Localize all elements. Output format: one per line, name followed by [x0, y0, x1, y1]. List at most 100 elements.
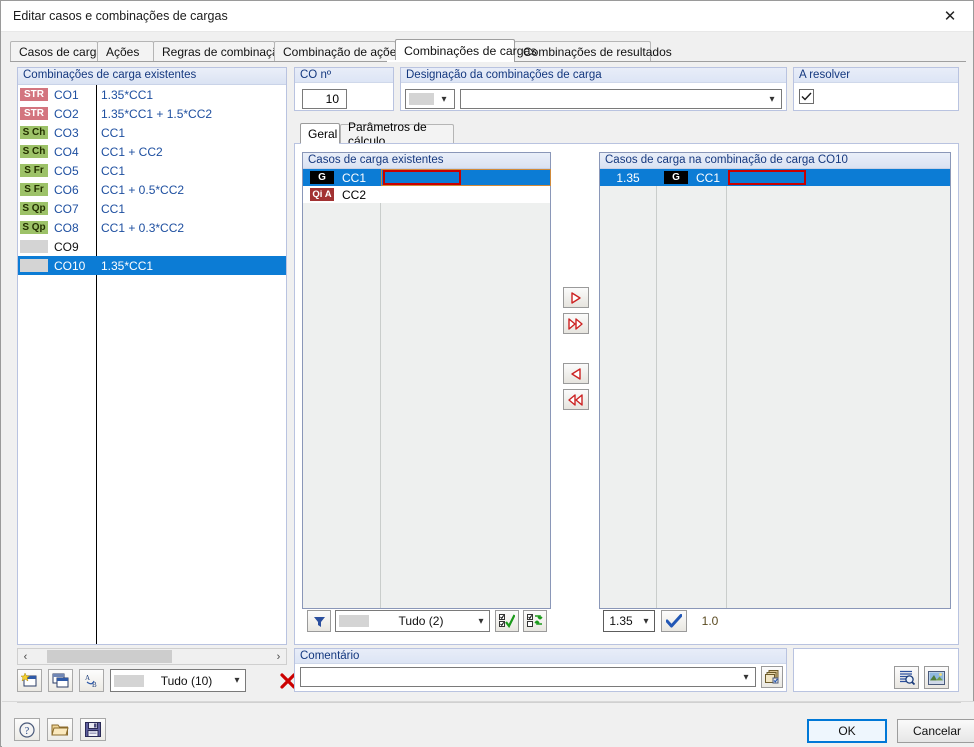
column-divider [656, 169, 657, 608]
combination-expression: 1.35*CC1 [101, 258, 154, 273]
move-all-right-button[interactable] [563, 313, 589, 334]
save-icon[interactable] [80, 718, 106, 741]
combination-type-badge [20, 240, 48, 253]
combination-load-cases-list[interactable]: Casos de carga na combinação de carga CO… [599, 152, 951, 609]
table-row[interactable]: STR CO2 1.35*CC1 + 1.5*CC2 [18, 104, 286, 123]
close-icon[interactable]: ✕ [927, 1, 973, 31]
combination-expression: 1.35*CC1 [101, 87, 154, 102]
combination-name: CO4 [54, 144, 79, 159]
scroll-thumb[interactable] [47, 650, 172, 663]
solve-group: A resolver [793, 67, 959, 111]
factor-dropdown[interactable]: 1.35 ▾ [603, 610, 655, 632]
funnel-icon[interactable] [307, 610, 331, 632]
chevron-down-icon[interactable]: ▾ [737, 672, 755, 683]
existing-combinations-panel: Combinações de carga existentes STR CO1 … [17, 67, 287, 645]
tab-combinacao-de-acoes[interactable]: Combinação de ações [274, 41, 402, 61]
cancel-button-label: Cancelar [912, 724, 962, 738]
cancel-button[interactable]: Cancelar [897, 719, 974, 743]
list-item[interactable]: Qi A CC2 [303, 186, 550, 203]
active-tab-notch [387, 60, 505, 62]
open-folder-icon[interactable] [47, 718, 73, 741]
combination-expression: CC1 + 0.5*CC2 [101, 182, 185, 197]
table-row[interactable]: S Fr CO5 CC1 [18, 161, 286, 180]
unit-factor-label: 1.0 [701, 614, 719, 628]
comment-title: Comentário [295, 649, 786, 664]
picture-icon[interactable] [924, 666, 949, 689]
combination-expression: CC1 [101, 163, 126, 178]
move-right-button[interactable] [563, 287, 589, 308]
combination-type-badge: S Ch [20, 126, 48, 139]
new-combination-icon[interactable] [17, 669, 42, 692]
filter-color-swatch [339, 615, 369, 627]
invert-selection-icon[interactable] [523, 610, 547, 632]
table-row[interactable]: S Qp CO7 CC1 [18, 199, 286, 218]
check-icon [801, 92, 812, 101]
comment-input[interactable]: ▾ [300, 667, 756, 687]
designation-color-swatch [409, 93, 434, 105]
ok-button[interactable]: OK [807, 719, 887, 743]
load-case-filter-dropdown[interactable]: Tudo (2) ▾ [335, 610, 490, 632]
footer-separator [17, 702, 961, 703]
magnifier-list-icon[interactable] [894, 666, 919, 689]
tab-geral[interactable]: Geral [300, 123, 340, 143]
combination-name: CO8 [54, 220, 79, 235]
svg-text:?: ? [25, 726, 30, 737]
existing-combinations-list[interactable]: STR CO1 1.35*CC1 STR CO2 1.35*CC1 + 1.5*… [18, 85, 286, 644]
chevron-down-icon[interactable]: ▾ [638, 616, 654, 627]
combination-type-badge: S Fr [20, 183, 48, 196]
tab-regras-de-combinacao[interactable]: Regras de combinação [153, 41, 285, 61]
copy-pages-icon[interactable] [761, 666, 783, 688]
table-row[interactable]: STR CO1 1.35*CC1 [18, 85, 286, 104]
scroll-track[interactable] [33, 649, 271, 664]
combination-name: CO3 [54, 125, 79, 140]
rename-icon[interactable]: A B [79, 669, 104, 692]
table-row[interactable]: CO9 [18, 237, 286, 256]
check-icon [666, 614, 682, 628]
move-all-left-button[interactable] [563, 389, 589, 410]
designation-title: Designação da combinações de carga [401, 68, 786, 83]
scroll-right-icon[interactable]: › [271, 651, 286, 663]
designation-input[interactable]: ▾ [460, 89, 782, 109]
chevron-down-icon[interactable]: ▾ [473, 616, 489, 627]
combination-filter-dropdown[interactable]: Tudo (10) ▾ [110, 669, 246, 692]
combination-name: CO6 [54, 182, 79, 197]
tab-acoes[interactable]: Ações [97, 41, 154, 61]
existing-combinations-hscrollbar[interactable]: ‹ › [17, 648, 287, 665]
load-case-description-editor[interactable] [728, 170, 806, 185]
help-icon[interactable]: ? [14, 718, 40, 741]
tab-casos-de-carga[interactable]: Casos de carga [10, 41, 103, 61]
available-load-cases-list[interactable]: Casos de carga existentes G CC1 Qi A CC2 [302, 152, 551, 609]
co-number-title: CO nº [295, 68, 393, 83]
table-row[interactable]: CO10 1.35*CC1 [18, 256, 286, 275]
chevron-down-icon[interactable]: ▾ [229, 675, 245, 686]
table-row[interactable]: S Ch CO4 CC1 + CC2 [18, 142, 286, 161]
tab-combinacoes-de-cargas[interactable]: Combinações de cargas [395, 39, 537, 62]
load-case-filter-value: Tudo (2) [398, 614, 444, 628]
co-number-input[interactable]: 10 [302, 89, 347, 109]
chevron-down-icon[interactable]: ▾ [434, 94, 454, 105]
load-case-description-editor[interactable] [383, 170, 461, 185]
solve-checkbox[interactable] [799, 89, 814, 104]
apply-factor-button[interactable] [661, 610, 687, 632]
load-case-name: CC2 [342, 187, 367, 202]
combination-expression: CC1 + CC2 [101, 144, 163, 159]
solve-title: A resolver [794, 68, 958, 83]
load-case-type-badge: G [310, 171, 334, 184]
chevron-down-icon[interactable]: ▾ [763, 94, 781, 105]
table-row[interactable]: S Ch CO3 CC1 [18, 123, 286, 142]
title-bar: Editar casos e combinações de cargas ✕ [1, 1, 973, 32]
inner-active-tab-notch [301, 142, 339, 144]
select-all-icon[interactable] [495, 610, 519, 632]
table-row[interactable]: S Qp CO8 CC1 + 0.3*CC2 [18, 218, 286, 237]
scroll-left-icon[interactable]: ‹ [18, 651, 33, 663]
main-tabs: Casos de carga Ações Regras de combinaçã… [10, 39, 966, 62]
existing-combinations-title: Combinações de carga existentes [18, 68, 286, 85]
column-divider [726, 169, 727, 608]
filter-color-swatch [114, 674, 144, 687]
copy-combination-icon[interactable] [48, 669, 73, 692]
tab-parametros-de-calculo[interactable]: Parâmetros de cálculo [340, 120, 454, 148]
combination-expression: 1.35*CC1 + 1.5*CC2 [101, 106, 213, 121]
table-row[interactable]: S Fr CO6 CC1 + 0.5*CC2 [18, 180, 286, 199]
designation-selector[interactable]: ▾ [405, 89, 455, 109]
move-left-button[interactable] [563, 363, 589, 384]
